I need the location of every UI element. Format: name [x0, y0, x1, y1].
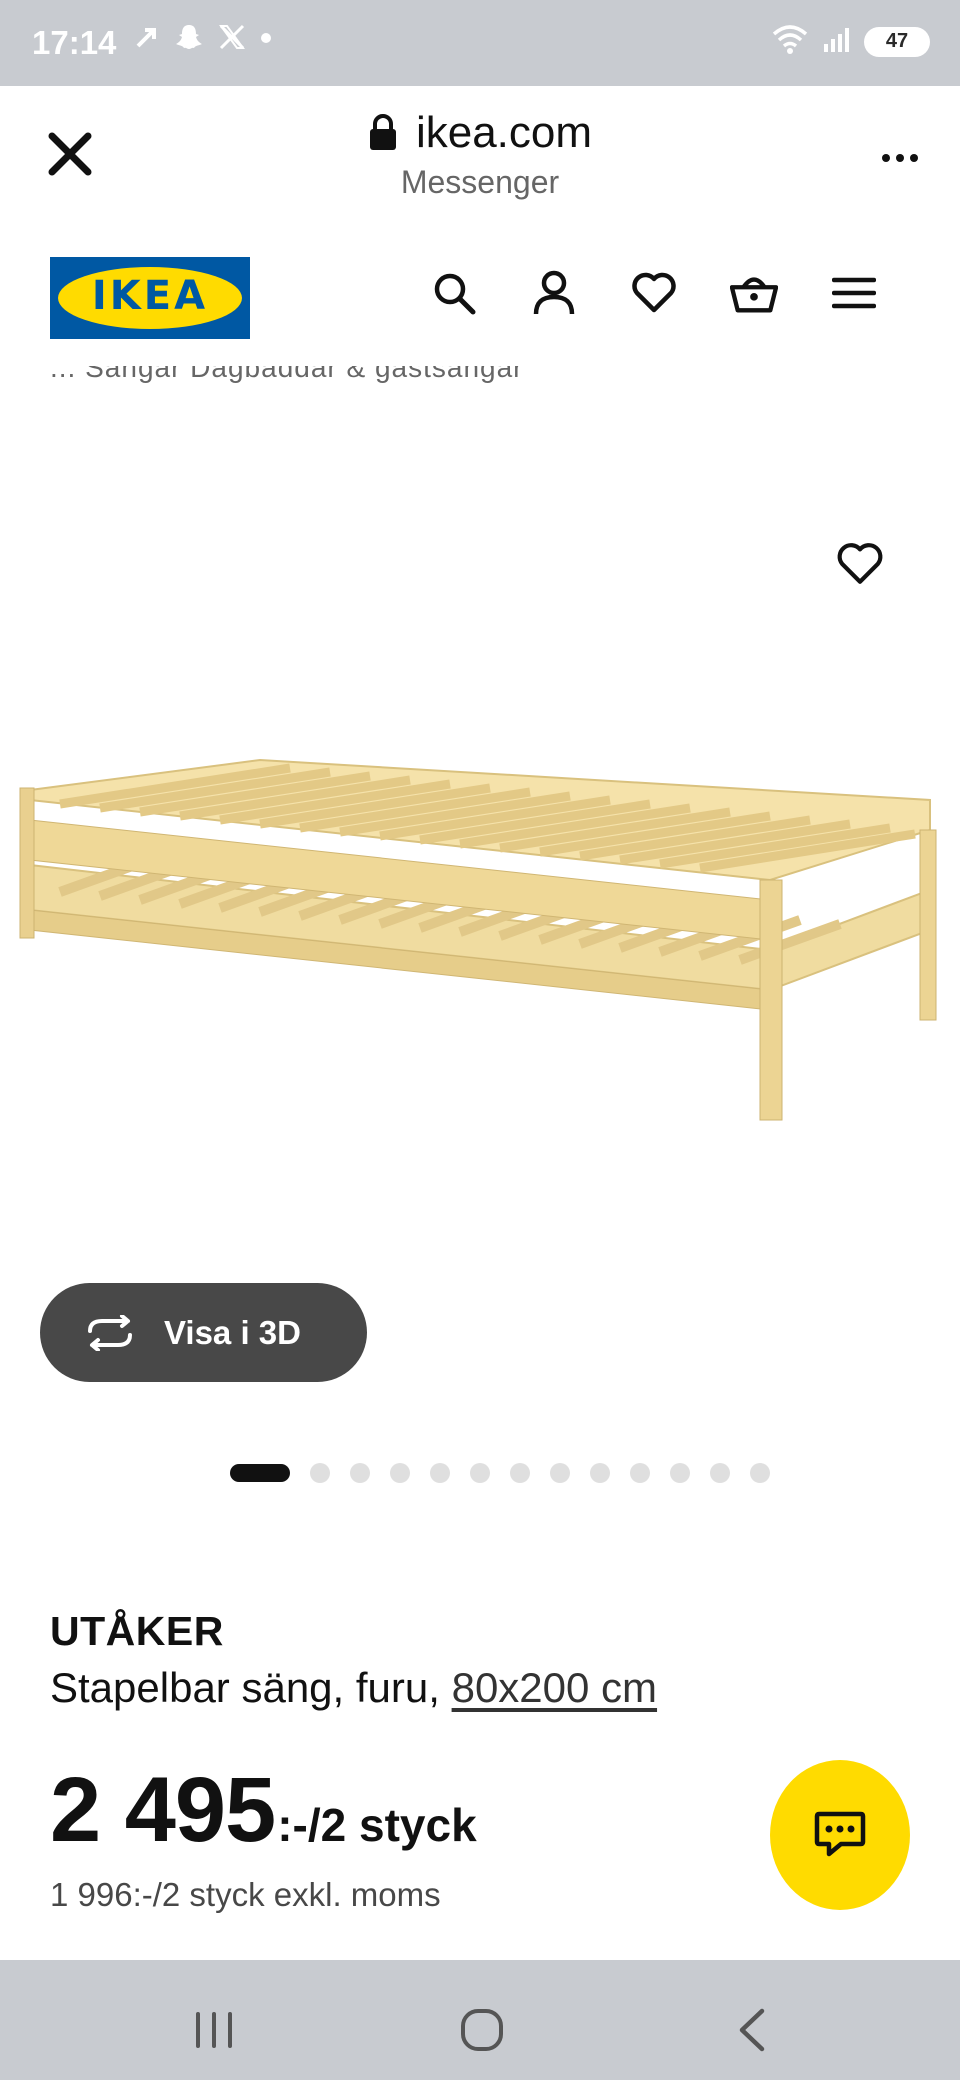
carousel-dot[interactable] — [350, 1463, 370, 1483]
menu-icon[interactable] — [830, 269, 878, 317]
rotate-3d-icon — [88, 1314, 132, 1351]
user-icon[interactable] — [530, 269, 578, 317]
carousel-dot[interactable] — [390, 1463, 410, 1483]
logo-text: IKEA — [91, 273, 209, 319]
site-header: IKEA — [0, 222, 960, 372]
lock-icon — [369, 114, 396, 150]
url-text: ikea.com — [415, 108, 593, 157]
system-navigation-bar — [0, 1960, 960, 2080]
bed-illustration — [19, 758, 937, 1121]
basket-icon[interactable] — [730, 269, 778, 317]
price-excluding-vat: 1 996:-/2 styck exkl. moms — [50, 1876, 441, 1913]
size-link[interactable]: 80x200 cm — [452, 1664, 657, 1711]
browser-source: Messenger — [400, 164, 560, 200]
heart-icon[interactable] — [630, 269, 678, 317]
status-bar: 17:14 47 — [0, 0, 960, 86]
more-icon — [882, 154, 890, 162]
view-in-3d-button[interactable]: Visa i 3D — [40, 1283, 367, 1382]
home-button[interactable] — [452, 2000, 512, 2060]
status-notification-icons — [134, 22, 272, 57]
image-carousel-indicator — [230, 1463, 770, 1483]
breadcrumb-text: ... Sängar Dagbäddar & gästsängar — [50, 366, 524, 383]
carousel-dot-active[interactable] — [230, 1464, 290, 1482]
battery-level: 47 — [885, 30, 909, 52]
dot-icon — [260, 31, 272, 49]
search-icon[interactable] — [430, 269, 478, 317]
carousel-dot[interactable] — [670, 1463, 690, 1483]
signal-icon — [822, 24, 852, 59]
snapchat-icon — [174, 22, 204, 57]
price-amount: 2 495 — [50, 1759, 276, 1861]
carousel-dot[interactable] — [550, 1463, 570, 1483]
carousel-dot[interactable] — [710, 1463, 730, 1483]
header-actions — [430, 269, 878, 317]
wifi-icon — [770, 22, 810, 61]
url-area: ikea.com Messenger — [0, 108, 960, 201]
carousel-dot[interactable] — [590, 1463, 610, 1483]
add-to-favorites-button[interactable] — [830, 534, 890, 594]
carousel-dot[interactable] — [310, 1463, 330, 1483]
carousel-dot[interactable] — [630, 1463, 650, 1483]
recent-apps-icon — [196, 2012, 232, 2048]
status-system-icons: 47 — [770, 22, 930, 61]
carousel-dot[interactable] — [470, 1463, 490, 1483]
in-app-browser-bar: ikea.com Messenger — [0, 86, 960, 222]
product-description-text: Stapelbar säng, furu, — [50, 1664, 452, 1711]
ikea-logo[interactable]: IKEA — [50, 257, 250, 339]
price-unit: :-/2 styck — [277, 1799, 477, 1851]
more-options-button[interactable] — [870, 138, 930, 178]
carousel-dot[interactable] — [510, 1463, 530, 1483]
chat-button[interactable] — [770, 1760, 910, 1910]
x-icon — [218, 23, 246, 56]
carousel-dot[interactable] — [430, 1463, 450, 1483]
recent-apps-button[interactable] — [184, 2000, 244, 2060]
view-in-3d-label: Visa i 3D — [164, 1313, 301, 1351]
heart-outline-icon — [837, 543, 883, 584]
back-icon — [739, 2008, 765, 2052]
battery-indicator: 47 — [864, 26, 930, 57]
home-icon — [461, 2009, 503, 2051]
product-name: UTÅKER — [50, 1608, 224, 1654]
chat-icon — [814, 1811, 866, 1857]
navigation-icon — [134, 24, 160, 55]
price: 2 495 :-/2 styck — [50, 1758, 477, 1863]
breadcrumb[interactable]: ... Sängar Dagbäddar & gästsängar — [50, 366, 930, 392]
status-time: 17:14 — [32, 24, 117, 61]
product-description: Stapelbar säng, furu, 80x200 cm — [50, 1664, 657, 1712]
back-button[interactable] — [722, 2000, 782, 2060]
carousel-dot[interactable] — [750, 1463, 770, 1483]
